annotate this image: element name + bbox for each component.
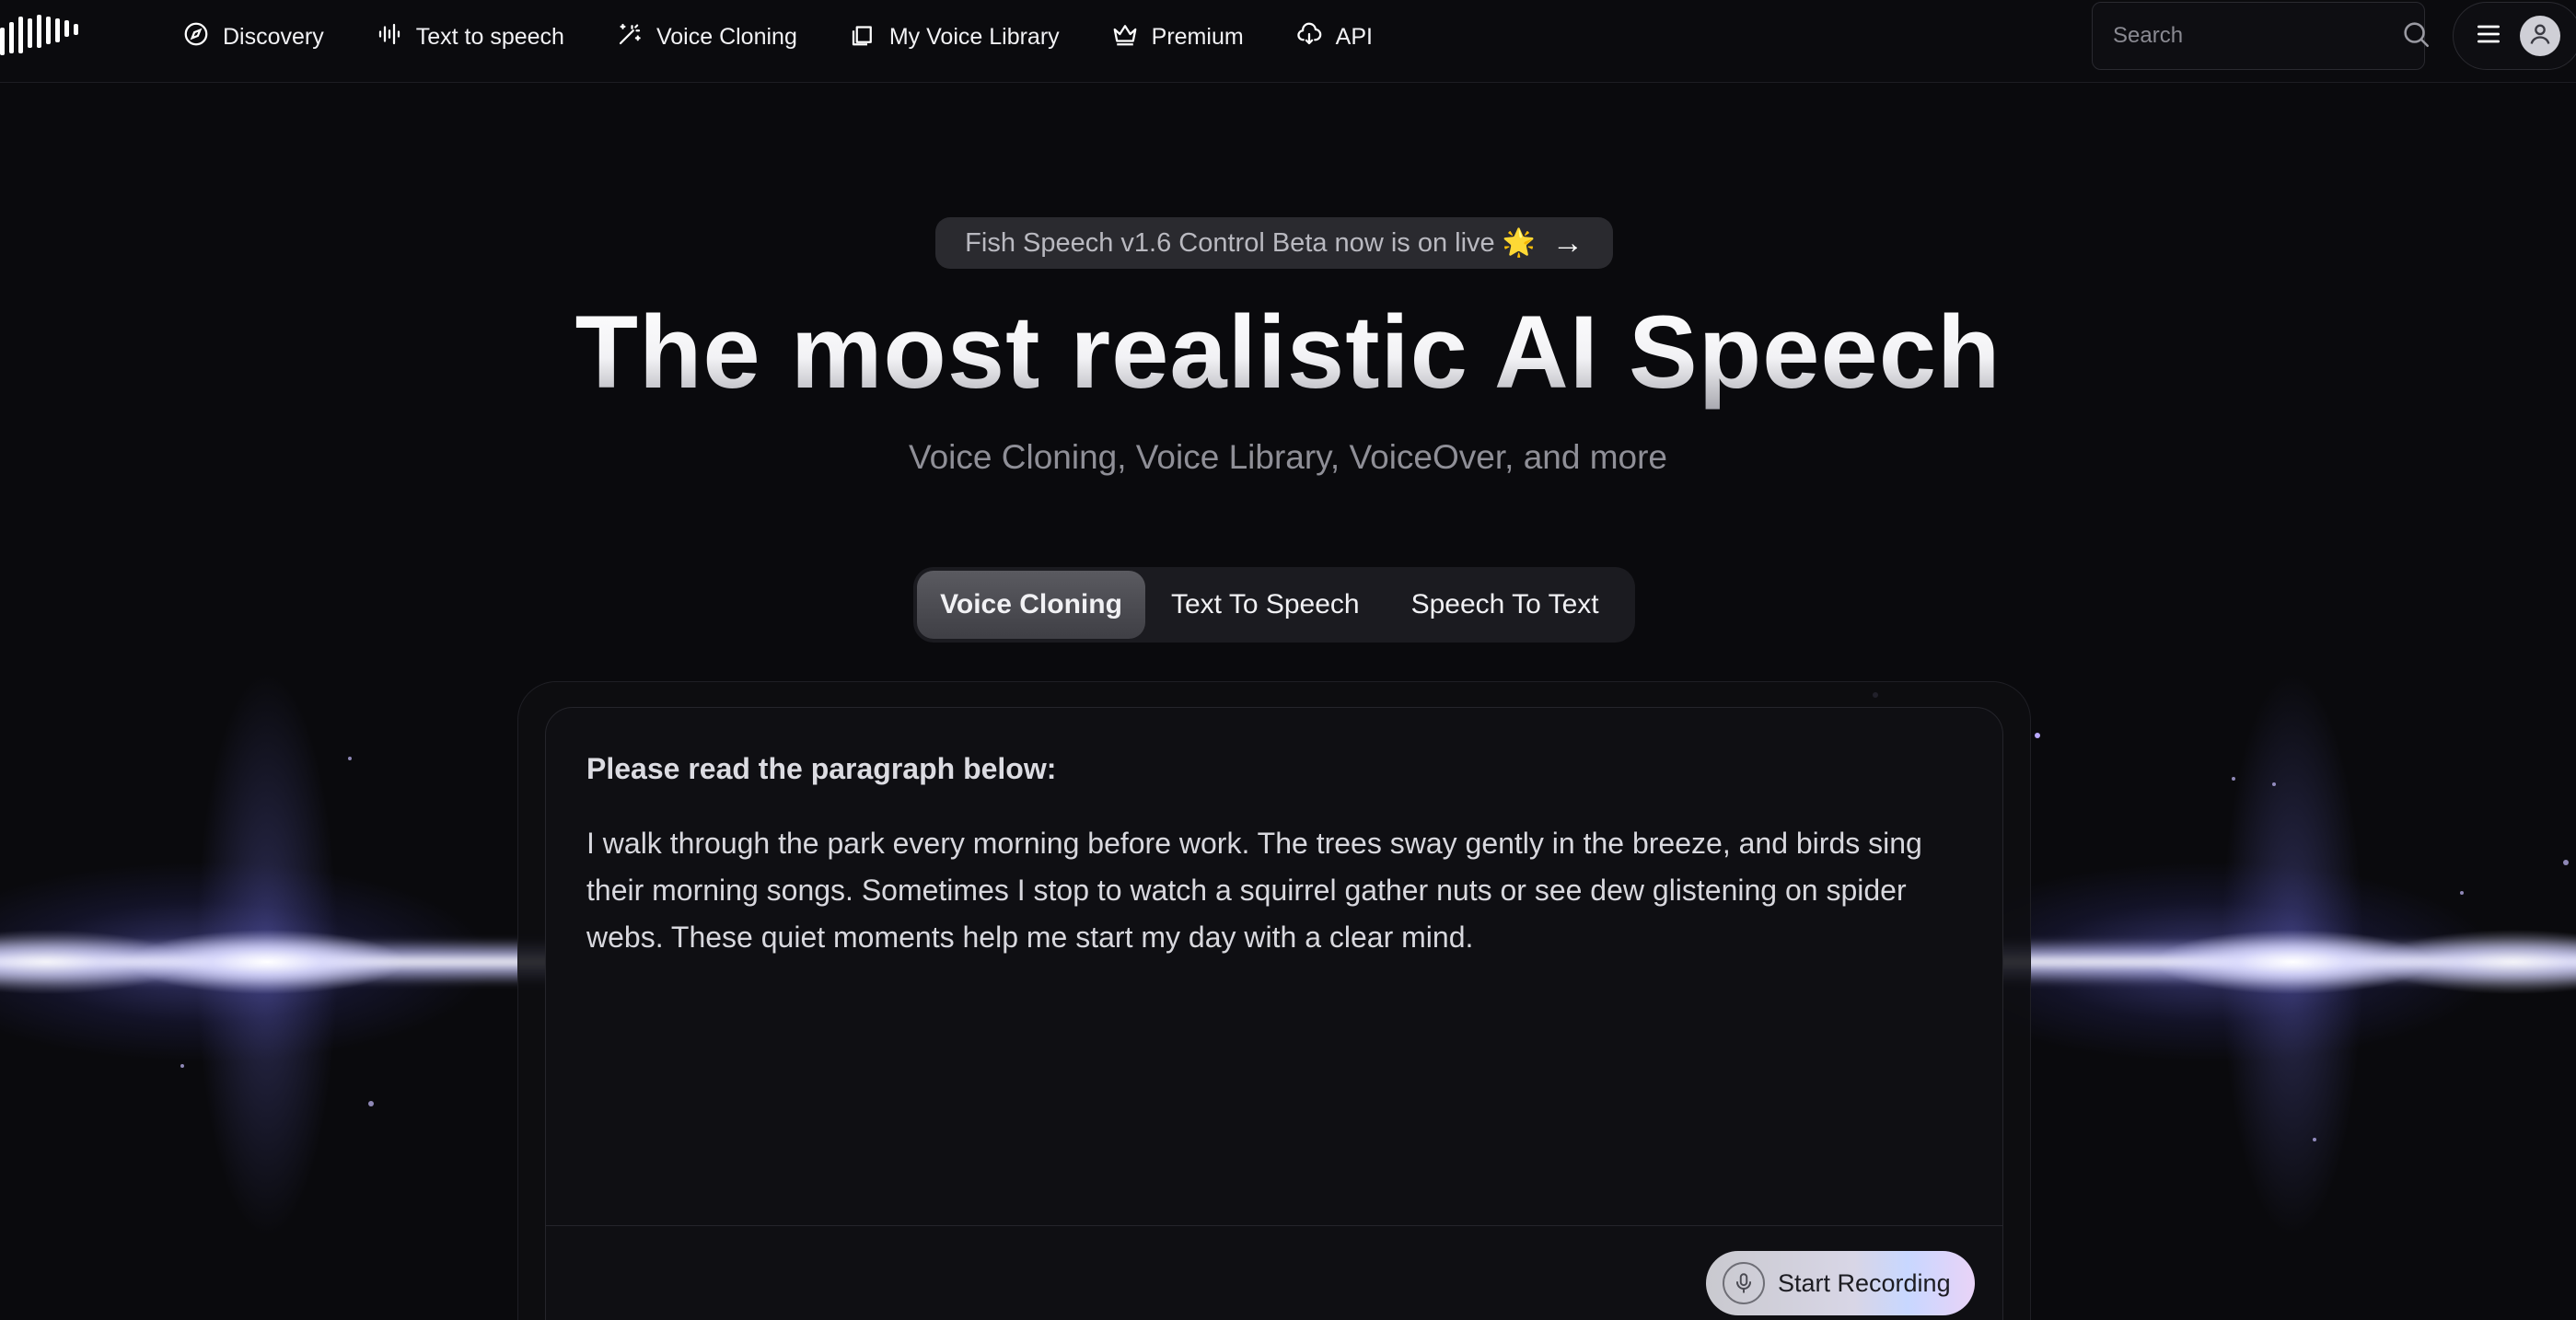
crown-icon: [1111, 20, 1139, 54]
nav-discovery[interactable]: Discovery: [182, 20, 324, 54]
star-particle: [2232, 777, 2235, 781]
star-particle: [2035, 733, 2040, 738]
nav-voice-cloning[interactable]: Voice Cloning: [616, 20, 797, 54]
star-particle: [2460, 891, 2464, 895]
avatar[interactable]: [2520, 16, 2560, 56]
account-menu[interactable]: [2453, 2, 2576, 70]
arrow-right-icon: →: [1551, 225, 1584, 261]
star-particle: [2313, 1138, 2316, 1141]
reading-paragraph: I walk through the park every morning be…: [586, 827, 1922, 954]
hero-title: The most realistic AI Speech: [0, 293, 2576, 411]
voice-cloning-card: Please read the paragraph below: I walk …: [545, 707, 2003, 1320]
hamburger-icon[interactable]: [2474, 19, 2503, 53]
nav-discovery-label: Discovery: [223, 23, 324, 50]
star-particle: [348, 757, 352, 760]
card-title: Please read the paragraph below:: [586, 752, 1057, 785]
star-particle: [2272, 782, 2276, 786]
search-icon[interactable]: [2400, 18, 2431, 54]
waveform-icon: [376, 20, 403, 54]
feature-tabs: Voice Cloning Text To Speech Speech To T…: [913, 567, 1635, 643]
nav-text-to-speech-label: Text to speech: [415, 23, 564, 50]
start-recording-button[interactable]: Start Recording: [1706, 1251, 1975, 1315]
start-recording-label: Start Recording: [1778, 1268, 1951, 1297]
announcement-pill[interactable]: Fish Speech v1.6 Control Beta now is on …: [935, 217, 1613, 269]
star-particle: [180, 1064, 184, 1068]
user-icon: [2527, 21, 2553, 52]
nav-my-voice-library[interactable]: My Voice Library: [849, 20, 1060, 54]
microphone-icon: [1723, 1262, 1765, 1304]
tab-voice-cloning[interactable]: Voice Cloning: [917, 571, 1145, 639]
magic-wand-icon: [616, 20, 644, 54]
logo[interactable]: [0, 15, 92, 57]
nav-my-voice-library-label: My Voice Library: [888, 23, 1060, 50]
search-box[interactable]: [2092, 2, 2430, 70]
page: Discovery Text to speech Voice Cloning M…: [0, 0, 2576, 1320]
nav-api-label: API: [1335, 23, 1373, 50]
announcement-text: Fish Speech v1.6 Control Beta now is on …: [965, 228, 1536, 258]
compass-icon: [182, 20, 210, 54]
cloud-icon: [1295, 20, 1323, 54]
star-particle: [368, 1101, 374, 1106]
background-glow-right: [1952, 589, 2576, 1320]
search-input[interactable]: [2111, 22, 2400, 50]
nav-api[interactable]: API: [1295, 20, 1373, 54]
nav-voice-cloning-label: Voice Cloning: [656, 23, 797, 50]
star-particle: [2563, 860, 2569, 865]
tab-text-to-speech[interactable]: Text To Speech: [1145, 571, 1386, 639]
background-glow-left: [0, 589, 589, 1320]
nav-premium-label: Premium: [1151, 23, 1244, 50]
card-divider: [546, 1225, 2002, 1226]
hero-subtitle: Voice Cloning, Voice Library, VoiceOver,…: [908, 438, 1668, 476]
main-nav: Discovery Text to speech Voice Cloning M…: [182, 0, 1373, 74]
top-navigation-bar: Discovery Text to speech Voice Cloning M…: [0, 0, 2576, 83]
nav-text-to-speech[interactable]: Text to speech: [376, 20, 564, 54]
library-icon: [849, 20, 876, 54]
nav-premium[interactable]: Premium: [1111, 20, 1244, 54]
tab-speech-to-text[interactable]: Speech To Text: [1386, 571, 1625, 639]
